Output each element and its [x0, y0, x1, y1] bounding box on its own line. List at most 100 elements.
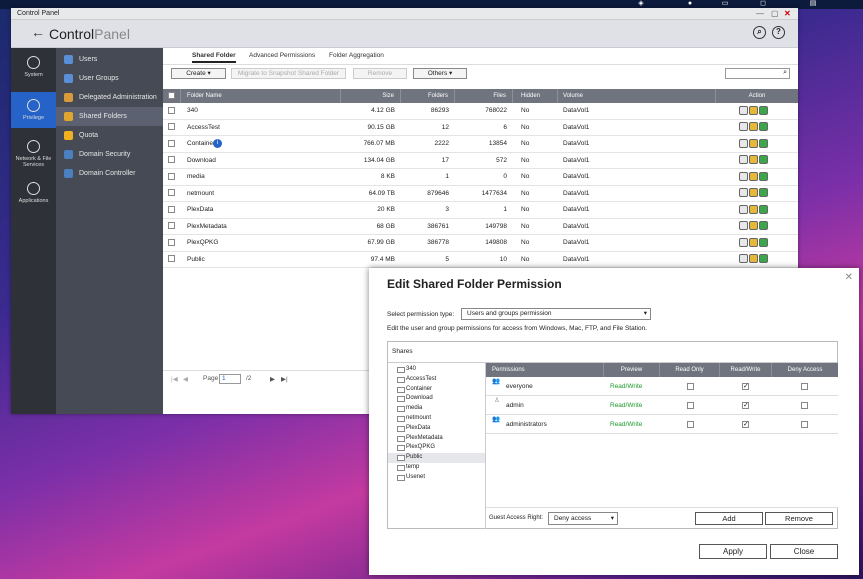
edit-icon[interactable]: [739, 204, 748, 214]
apply-button[interactable]: Apply: [699, 544, 767, 559]
lnav-privilege[interactable]: Privilege: [11, 92, 56, 128]
refresh-icon[interactable]: [759, 171, 768, 181]
page-input[interactable]: 1: [219, 374, 241, 384]
first-page-icon[interactable]: |◀: [171, 375, 178, 383]
edit-icon[interactable]: [739, 171, 748, 181]
subnav-item[interactable]: Domain Controller: [56, 164, 163, 183]
taskbar-icon[interactable]: ▤: [808, 0, 818, 8]
col-folder-name[interactable]: Folder Name: [181, 89, 341, 103]
table-row[interactable]: Container 766.07 MB 2222 13854 No DataVol1 i: [163, 136, 798, 153]
taskbar-icon[interactable]: ●: [685, 0, 695, 8]
subnav-item[interactable]: Domain Security: [56, 145, 163, 164]
last-page-icon[interactable]: ▶|: [281, 375, 288, 383]
permission-icon[interactable]: [749, 204, 758, 214]
col-folders[interactable]: Folders: [401, 89, 455, 103]
remove-button[interactable]: Remove: [353, 68, 407, 79]
lnav-system[interactable]: System: [11, 56, 56, 86]
row-checkbox[interactable]: [168, 238, 175, 246]
deny-access-checkbox[interactable]: [801, 401, 808, 409]
read-write-checkbox[interactable]: ✓: [742, 401, 749, 409]
row-checkbox[interactable]: [168, 255, 175, 263]
close-icon[interactable]: ✕: [784, 8, 791, 20]
tab-shared-folder[interactable]: Shared Folder: [192, 52, 236, 63]
add-button[interactable]: Add: [695, 512, 763, 525]
refresh-icon[interactable]: [759, 155, 768, 165]
edit-icon[interactable]: [739, 138, 748, 148]
tree-item[interactable]: netmount: [388, 414, 485, 424]
refresh-icon[interactable]: [759, 138, 768, 148]
tree-item[interactable]: Download: [388, 394, 485, 404]
tree-item[interactable]: 340: [388, 365, 485, 375]
lnav-network[interactable]: Network & File Services: [11, 140, 56, 170]
table-row[interactable]: 340 4.12 GB 86293 768022 No DataVol1: [163, 103, 798, 120]
read-only-checkbox[interactable]: [687, 382, 694, 390]
edit-icon[interactable]: [739, 155, 748, 165]
minimize-icon[interactable]: —: [756, 8, 764, 20]
permission-icon[interactable]: [749, 237, 758, 247]
taskbar-icon[interactable]: ▭: [720, 0, 730, 8]
table-row[interactable]: netmount 64.09 TB 879646 1477634 No DataVol1: [163, 186, 798, 202]
col-hidden[interactable]: Hidden: [513, 89, 558, 103]
row-checkbox[interactable]: [168, 156, 175, 164]
others-button[interactable]: Others ▾: [413, 68, 467, 79]
permission-icon[interactable]: [749, 122, 758, 132]
edit-icon[interactable]: [739, 122, 748, 132]
read-only-checkbox[interactable]: [687, 401, 694, 409]
permission-icon[interactable]: [749, 138, 758, 148]
edit-icon[interactable]: [739, 221, 748, 231]
tab-folder-aggregation[interactable]: Folder Aggregation: [329, 52, 384, 59]
perm-type-select[interactable]: Users and groups permission ▾: [461, 308, 651, 320]
row-checkbox[interactable]: [168, 189, 175, 197]
tree-item[interactable]: Container: [388, 385, 485, 395]
edit-icon[interactable]: [739, 188, 748, 198]
refresh-icon[interactable]: [759, 105, 768, 115]
remove-button[interactable]: Remove: [765, 512, 833, 525]
tree-item[interactable]: media: [388, 404, 485, 414]
col-size[interactable]: Size: [341, 89, 401, 103]
next-page-icon[interactable]: ▶: [270, 375, 275, 383]
guest-access-select[interactable]: Deny access ▾: [548, 512, 618, 525]
tab-advanced-permissions[interactable]: Advanced Permissions: [249, 52, 315, 59]
tree-item[interactable]: PlexQPKG: [388, 443, 485, 453]
col-volume[interactable]: Volume: [558, 89, 716, 103]
read-only-checkbox[interactable]: [687, 420, 694, 428]
help-icon[interactable]: ?: [772, 26, 785, 39]
migrate-button[interactable]: Migrate to Snapshot Shared Folder: [231, 68, 346, 79]
back-arrow-icon[interactable]: ←: [31, 24, 45, 40]
table-row[interactable]: PlexData 20 KB 3 1 No DataVol1: [163, 202, 798, 219]
refresh-icon[interactable]: [759, 221, 768, 231]
subnav-item[interactable]: Shared Folders: [56, 107, 163, 126]
select-all-checkbox[interactable]: [168, 91, 175, 99]
search-input[interactable]: ⌕: [725, 68, 790, 79]
permission-icon[interactable]: [749, 171, 758, 181]
search-icon[interactable]: ⌕: [753, 26, 766, 39]
permission-row[interactable]: ♙ admin Read/Write ✓: [486, 396, 838, 415]
tree-item[interactable]: AccessTest: [388, 375, 485, 385]
close-button[interactable]: Close: [770, 544, 838, 559]
permission-icon[interactable]: [749, 105, 758, 115]
create-button[interactable]: Create ▾: [171, 68, 226, 79]
tree-item[interactable]: PlexData: [388, 424, 485, 434]
row-checkbox[interactable]: [168, 222, 175, 230]
refresh-icon[interactable]: [759, 122, 768, 132]
tree-item[interactable]: Usenet: [388, 473, 485, 483]
edit-icon[interactable]: [739, 105, 748, 115]
close-icon[interactable]: ✕: [845, 272, 853, 283]
refresh-icon[interactable]: [759, 204, 768, 214]
read-write-checkbox[interactable]: ✓: [742, 420, 749, 428]
deny-access-checkbox[interactable]: [801, 382, 808, 390]
maximize-icon[interactable]: ▢: [771, 8, 779, 20]
permission-row[interactable]: 👥 administrators Read/Write ✓: [486, 415, 838, 434]
tree-item[interactable]: PlexMetadata: [388, 434, 485, 444]
taskbar-icon[interactable]: ◻: [758, 0, 768, 8]
refresh-icon[interactable]: [759, 188, 768, 198]
col-files[interactable]: Files: [455, 89, 513, 103]
subnav-item[interactable]: Users: [56, 50, 163, 69]
taskbar-icon[interactable]: ◈: [636, 0, 646, 8]
permission-row[interactable]: 👥 everyone Read/Write ✓: [486, 377, 838, 396]
deny-access-checkbox[interactable]: [801, 420, 808, 428]
table-row[interactable]: PlexMetadata 68 GB 386761 149798 No DataVol1: [163, 219, 798, 235]
permission-icon[interactable]: [749, 188, 758, 198]
tree-item[interactable]: temp: [388, 463, 485, 473]
permission-icon[interactable]: [749, 221, 758, 231]
